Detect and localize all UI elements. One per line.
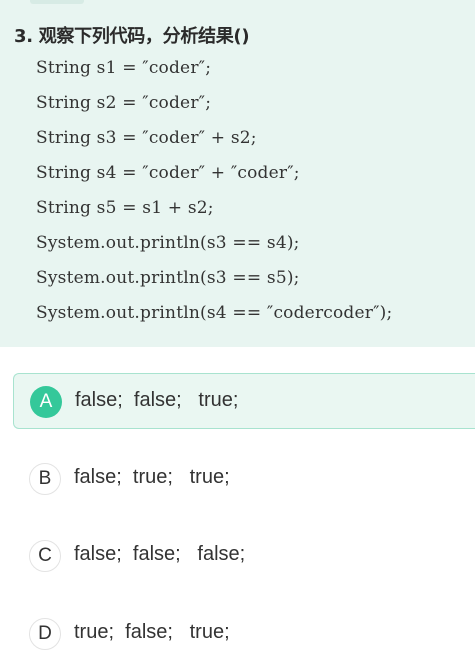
code-line-5: String s5 = s1 + s2; [36,198,214,218]
option-b-badge: B [29,463,61,495]
option-a[interactable]: A false; false; true; [13,373,475,429]
code-line-8: System.out.println(s4 == ″codercoder″); [36,303,393,323]
option-a-badge: A [30,386,62,418]
option-a-text: false; false; true; [75,389,239,411]
code-line-7: System.out.println(s3 == s5); [36,268,300,288]
option-c[interactable]: C false; false; false; [13,528,475,584]
question-card: 3. 观察下列代码，分析结果() String s1 = ″coder″; St… [0,0,475,347]
code-line-2: String s2 = ″coder″; [36,93,212,113]
quiz-page: 3. 观察下列代码，分析结果() String s1 = ″coder″; St… [0,0,475,654]
option-d-badge: D [29,618,61,650]
option-b-text: false; true; true; [74,466,230,488]
option-d-text: true; false; true; [74,621,230,643]
option-b[interactable]: B false; true; true; [13,451,475,507]
code-line-6: System.out.println(s3 == s4); [36,233,300,253]
top-tab-edge [30,0,84,4]
code-line-3: String s3 = ″coder″ + s2; [36,128,257,148]
question-title: 3. 观察下列代码，分析结果() [14,26,250,47]
option-d[interactable]: D true; false; true; [13,606,475,654]
code-line-1: String s1 = ″coder″; [36,58,212,78]
code-line-4: String s4 = ″coder″ + ″coder″; [36,163,300,183]
option-c-badge: C [29,540,61,572]
option-c-text: false; false; false; [74,543,246,565]
